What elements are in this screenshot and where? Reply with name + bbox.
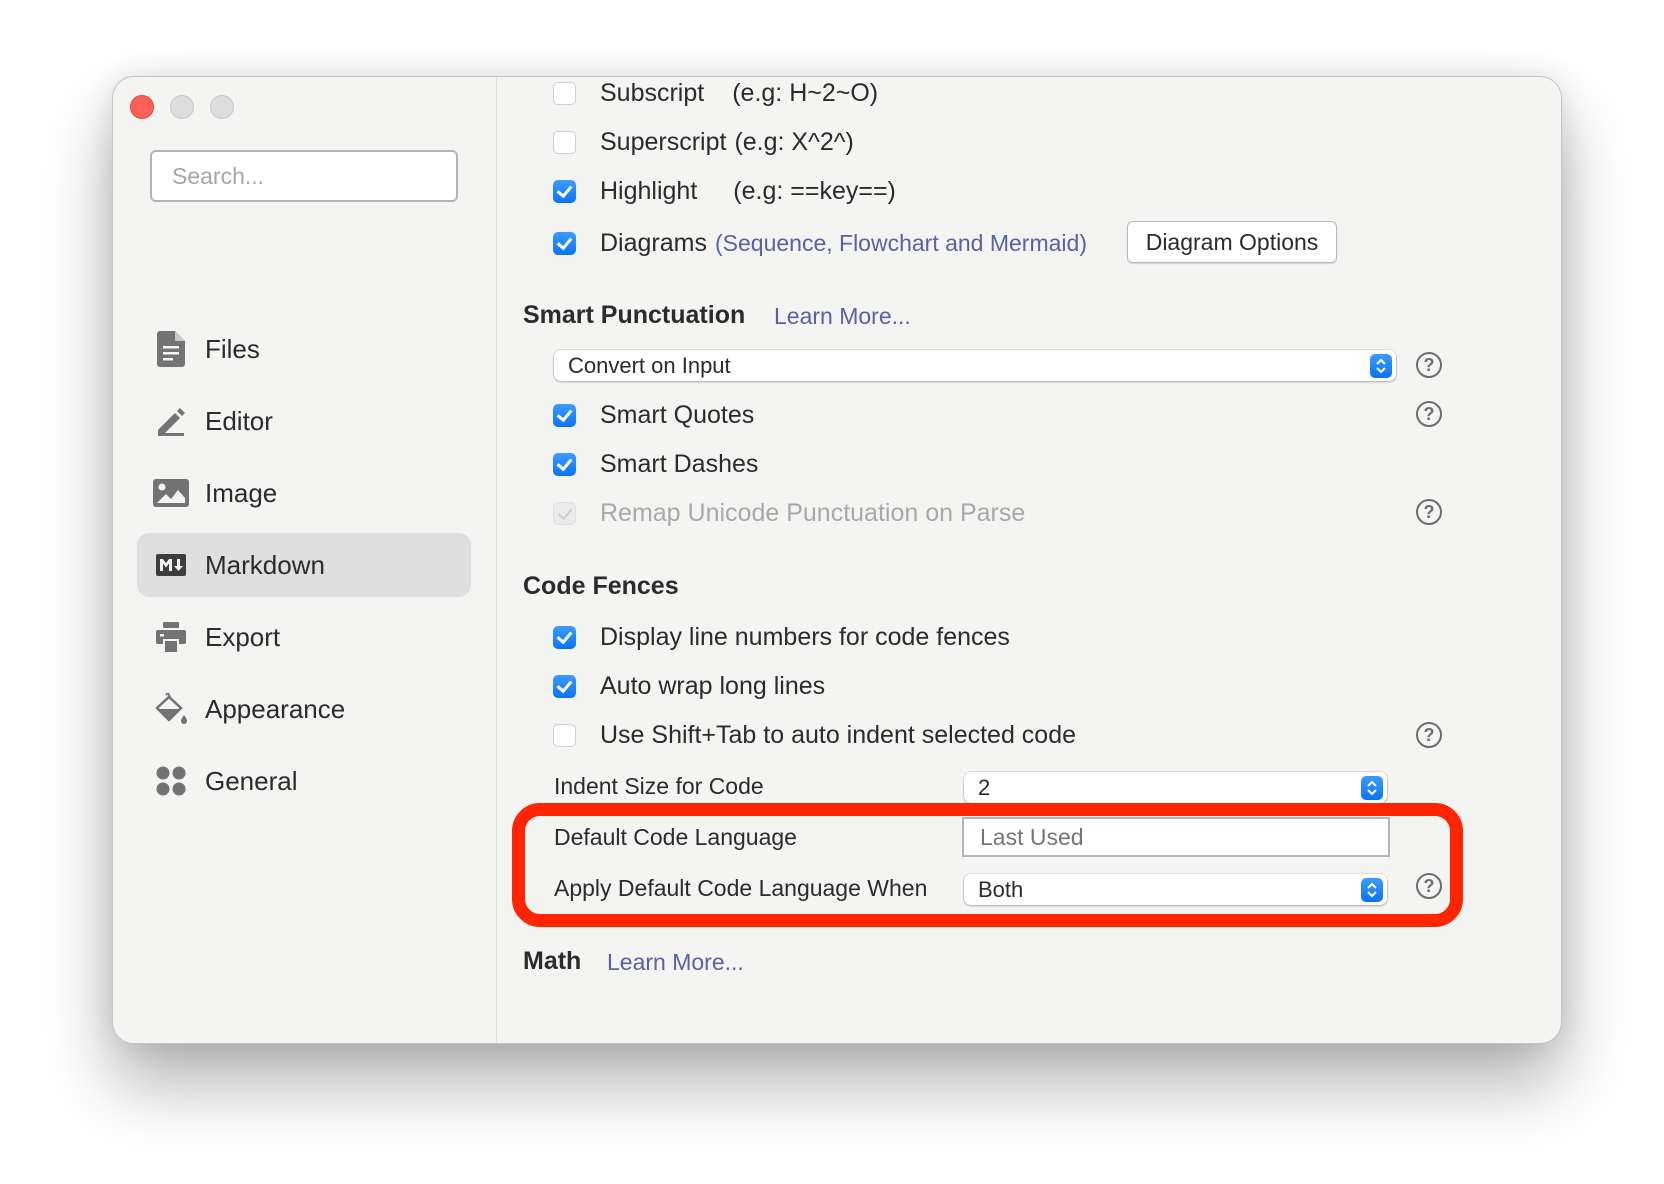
subscript-checkbox[interactable] <box>553 82 576 105</box>
diagrams-label: Diagrams <box>600 229 707 257</box>
preferences-window: Files Editor Image Markdown <box>112 76 1562 1044</box>
smart-quotes-option[interactable]: Smart Quotes <box>553 401 754 430</box>
sidebar-item-export[interactable]: Export <box>137 605 471 669</box>
diagrams-checkbox[interactable] <box>553 232 576 255</box>
close-button[interactable] <box>130 95 154 119</box>
grid-icon <box>153 763 189 799</box>
auto-wrap-checkbox[interactable] <box>553 675 576 698</box>
highlight-checkbox[interactable] <box>553 180 576 203</box>
subscript-option[interactable]: Subscript (e.g: H~2~O) <box>553 79 878 108</box>
smart-punctuation-help-icon[interactable]: ? <box>1416 352 1442 378</box>
sidebar-item-label: Export <box>205 621 281 652</box>
auto-wrap-option[interactable]: Auto wrap long lines <box>553 672 825 701</box>
smart-punctuation-value: Convert on Input <box>568 352 731 378</box>
shift-tab-option[interactable]: Use Shift+Tab to auto indent selected co… <box>553 721 1076 750</box>
sidebar-item-label: General <box>205 765 298 796</box>
line-numbers-label: Display line numbers for code fences <box>600 623 1010 651</box>
sidebar-item-appearance[interactable]: Appearance <box>137 677 471 741</box>
apply-when-help-icon[interactable]: ? <box>1416 873 1442 899</box>
sidebar-item-label: Image <box>205 477 278 508</box>
apply-when-value: Both <box>978 876 1024 902</box>
markdown-icon <box>153 547 189 583</box>
sidebar-item-label: Files <box>205 333 260 364</box>
math-learn-more-link[interactable]: Learn More... <box>607 949 744 976</box>
sidebar-item-files[interactable]: Files <box>137 317 471 381</box>
indent-size-value: 2 <box>978 774 991 800</box>
search-input[interactable] <box>150 150 458 202</box>
superscript-hint: (e.g: X^2^) <box>734 128 854 156</box>
line-numbers-option[interactable]: Display line numbers for code fences <box>553 623 1010 652</box>
shift-tab-help-icon[interactable]: ? <box>1416 722 1442 748</box>
code-fences-title: Code Fences <box>523 572 679 600</box>
pencil-icon <box>153 403 189 439</box>
sidebar-item-general[interactable]: General <box>137 749 471 813</box>
sidebar: Files Editor Image Markdown <box>113 77 497 1043</box>
superscript-checkbox[interactable] <box>553 131 576 154</box>
subscript-hint: (e.g: H~2~O) <box>732 79 879 107</box>
line-numbers-checkbox[interactable] <box>553 626 576 649</box>
smart-dashes-option[interactable]: Smart Dashes <box>553 450 758 479</box>
markdown-settings-panel: Subscript (e.g: H~2~O) Superscript (e.g:… <box>497 77 1561 1043</box>
smart-quotes-help-icon[interactable]: ? <box>1416 401 1442 427</box>
remap-unicode-help-icon[interactable]: ? <box>1416 499 1442 525</box>
remap-unicode-option: Remap Unicode Punctuation on Parse <box>553 499 1025 528</box>
chevron-up-down-icon <box>1361 877 1383 902</box>
highlight-option[interactable]: Highlight (e.g: ==key==) <box>553 177 896 206</box>
diagram-options-button[interactable]: Diagram Options <box>1127 221 1337 263</box>
smart-punctuation-learn-more-link[interactable]: Learn More... <box>774 303 911 330</box>
default-language-label: Default Code Language <box>554 824 797 850</box>
remap-unicode-label: Remap Unicode Punctuation on Parse <box>600 499 1026 527</box>
diagrams-hint: (Sequence, Flowchart and Mermaid) <box>714 230 1087 256</box>
superscript-label: Superscript <box>600 128 727 156</box>
printer-icon <box>153 619 189 655</box>
default-language-input[interactable] <box>962 817 1390 857</box>
smart-dashes-label: Smart Dashes <box>600 450 759 478</box>
sidebar-item-editor[interactable]: Editor <box>137 389 471 453</box>
smart-quotes-label: Smart Quotes <box>600 401 755 429</box>
zoom-button[interactable] <box>210 95 234 119</box>
sidebar-item-label: Markdown <box>205 549 325 580</box>
sidebar-item-image[interactable]: Image <box>137 461 471 525</box>
apply-when-select[interactable]: Both <box>964 874 1387 905</box>
chevron-up-down-icon <box>1361 775 1383 800</box>
diagrams-option[interactable]: Diagrams (Sequence, Flowchart and Mermai… <box>553 229 1087 258</box>
subscript-label: Subscript <box>600 79 705 107</box>
smart-quotes-checkbox[interactable] <box>553 404 576 427</box>
sidebar-item-markdown[interactable]: Markdown <box>137 533 471 597</box>
smart-punctuation-title: Smart Punctuation <box>523 301 746 329</box>
smart-dashes-checkbox[interactable] <box>553 453 576 476</box>
shift-tab-label: Use Shift+Tab to auto indent selected co… <box>600 721 1077 749</box>
chevron-up-down-icon <box>1370 353 1392 378</box>
sidebar-nav: Files Editor Image Markdown Export Appea… <box>137 317 471 821</box>
auto-wrap-label: Auto wrap long lines <box>600 672 826 700</box>
shift-tab-checkbox[interactable] <box>553 724 576 747</box>
paint-bucket-icon <box>153 691 189 727</box>
highlight-label: Highlight <box>600 177 698 205</box>
math-title: Math <box>523 947 582 975</box>
indent-size-label: Indent Size for Code <box>554 773 764 799</box>
indent-size-select[interactable]: 2 <box>964 772 1387 803</box>
apply-when-label: Apply Default Code Language When <box>554 875 928 901</box>
minimize-button[interactable] <box>170 95 194 119</box>
remap-unicode-checkbox <box>553 502 576 525</box>
smart-punctuation-select[interactable]: Convert on Input <box>554 350 1396 381</box>
sidebar-item-label: Appearance <box>205 693 346 724</box>
highlight-hint: (e.g: ==key==) <box>733 177 896 205</box>
file-icon <box>153 331 189 367</box>
sidebar-item-label: Editor <box>205 405 273 436</box>
superscript-option[interactable]: Superscript (e.g: X^2^) <box>553 128 854 157</box>
image-icon <box>153 475 189 511</box>
